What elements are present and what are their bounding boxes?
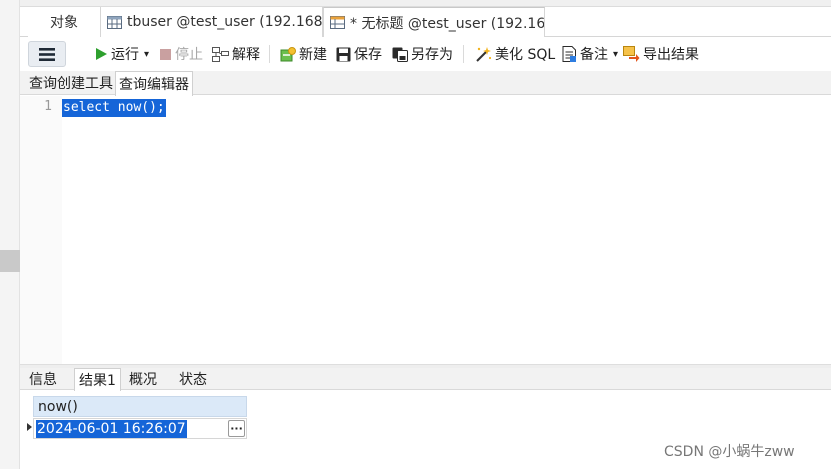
export-result-label: 导出结果 [643, 47, 699, 63]
explain-label: 解释 [232, 47, 260, 63]
run-button[interactable]: 运行 ▾ [95, 44, 149, 64]
cell-ellipsis-button[interactable]: ··· [228, 420, 245, 437]
magic-wand-icon [476, 47, 492, 62]
left-side-panel [0, 0, 20, 469]
hamburger-icon [39, 47, 55, 61]
beautify-sql-button[interactable]: 美化 SQL [474, 44, 555, 64]
table-icon [107, 15, 122, 29]
save-as-icon [392, 47, 408, 62]
tab-label: 查询编辑器 [119, 77, 189, 93]
menu-button[interactable] [28, 41, 66, 67]
comment-label: 备注 [580, 47, 608, 63]
comment-icon [562, 46, 576, 62]
toolbar-divider [269, 45, 270, 63]
tab-info[interactable]: 信息 [25, 368, 61, 390]
tab-tbuser[interactable]: tbuser @test_user (192.168.... [101, 7, 323, 37]
tab-label: 状态 [179, 372, 207, 388]
new-label: 新建 [299, 47, 327, 63]
tab-query-builder[interactable]: 查询创建工具 [26, 71, 116, 95]
column-header-label: now() [38, 398, 78, 415]
tab-result-1[interactable]: 结果1 [74, 368, 121, 391]
window-top-edge [0, 0, 831, 7]
watermark: CSDN @小蜗牛zww [664, 444, 795, 460]
save-as-button[interactable]: 另存为 [392, 44, 453, 64]
new-button[interactable]: 新建 [280, 44, 327, 64]
explain-button[interactable]: 解释 [212, 44, 260, 64]
play-icon [96, 48, 107, 60]
tab-label: tbuser @test_user (192.168.... [127, 14, 323, 30]
tab-label: 结果1 [79, 373, 116, 389]
tab-label: * 无标题 @test_user (192.16... [350, 15, 545, 32]
save-as-label: 另存为 [411, 47, 453, 63]
tab-label: 对象 [50, 15, 78, 31]
stop-label: 停止 [175, 47, 203, 63]
run-label: 运行 [111, 47, 139, 63]
sql-text-selected[interactable]: select now(); [62, 99, 166, 117]
export-result-button[interactable]: 导出结果 [623, 44, 699, 64]
save-icon [336, 47, 351, 61]
column-header[interactable]: now() [33, 396, 247, 417]
beautify-sql-label: 美化 SQL [495, 47, 556, 63]
toolbar-divider [463, 45, 464, 63]
tab-label: 信息 [29, 372, 57, 388]
tab-untitled-query[interactable]: * 无标题 @test_user (192.16... [323, 7, 545, 37]
chevron-down-icon[interactable]: ▾ [144, 49, 149, 60]
explain-icon [212, 46, 229, 62]
line-number-gutter [20, 96, 62, 364]
tab-profile[interactable]: 概况 [125, 368, 161, 390]
comment-button[interactable]: 备注 ▾ [562, 44, 618, 64]
tab-objects[interactable]: 对象 [28, 7, 101, 37]
query-icon [330, 16, 345, 29]
save-label: 保存 [354, 47, 382, 63]
side-panel-handle[interactable] [0, 250, 20, 272]
save-button[interactable]: 保存 [336, 44, 382, 64]
tab-label: 查询创建工具 [29, 76, 113, 92]
line-number: 1 [44, 99, 52, 114]
current-row-indicator-icon [27, 423, 32, 431]
new-query-icon [280, 46, 296, 61]
chevron-down-icon[interactable]: ▾ [613, 49, 618, 60]
sql-editor[interactable] [62, 96, 831, 364]
tab-query-editor[interactable]: 查询编辑器 [115, 71, 193, 96]
stop-button[interactable]: 停止 [159, 44, 203, 64]
tab-status[interactable]: 状态 [175, 368, 211, 390]
result-cell-value[interactable]: 2024-06-01 16:26:07 [36, 420, 187, 438]
export-icon [623, 46, 640, 62]
stop-icon [160, 48, 171, 60]
tab-label: 概况 [129, 372, 157, 388]
